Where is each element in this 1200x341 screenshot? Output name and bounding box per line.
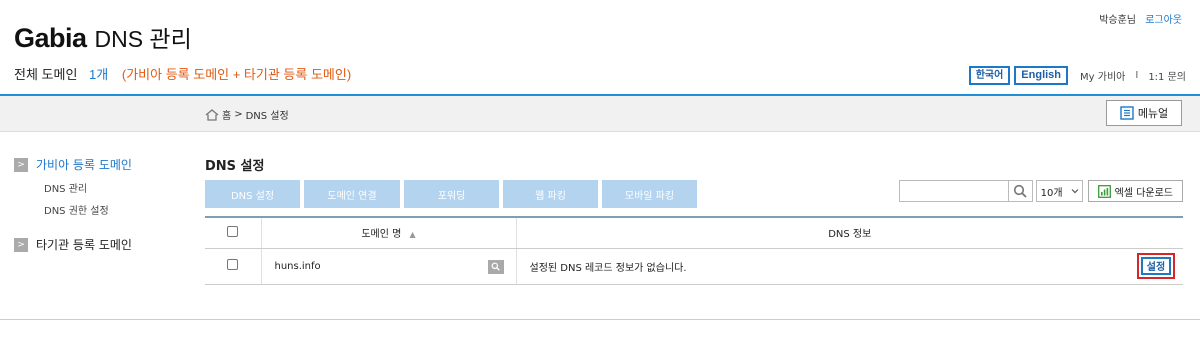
search-icon — [491, 262, 500, 271]
summary-count[interactable]: 1개 — [89, 67, 108, 82]
header-domain[interactable]: 도메인 명 ▲ — [261, 217, 517, 249]
sidebar-group-label: 타기관 등록 도메인 — [36, 238, 132, 252]
logout-link[interactable]: 로그아웃 — [1145, 15, 1182, 26]
language-bar: 한국어 English My 가비아 I 1:1 문의 — [968, 66, 1186, 85]
document-icon — [1120, 106, 1134, 120]
link-separator: I — [1135, 70, 1139, 81]
page-size-select[interactable]: 10개 — [1035, 180, 1083, 202]
summary-description: (가비아 등록 도메인 + 타기관 등록 도메인) — [121, 67, 352, 82]
excel-icon — [1097, 184, 1111, 198]
header-checkbox-cell — [205, 217, 262, 249]
search-button[interactable] — [1008, 180, 1033, 202]
settings-button[interactable]: 설정 — [1141, 256, 1171, 275]
breadcrumb: 홈 > DNS 설정 — [205, 107, 289, 122]
sidebar-group-gabia[interactable]: > 가비아 등록 도메인 — [14, 156, 132, 173]
search-icon — [1014, 184, 1027, 198]
sidebar-group-other[interactable]: > 타기관 등록 도메인 — [14, 236, 132, 253]
tab-dns-settings[interactable]: DNS 설정 — [205, 180, 300, 208]
support-link[interactable]: 1:1 문의 — [1148, 68, 1186, 83]
table-tools: 10개 엑셀 다운로드 — [898, 180, 1183, 202]
chevron-right-icon: > — [14, 157, 28, 172]
domain-lookup-button[interactable] — [487, 259, 504, 274]
row-checkbox[interactable] — [227, 259, 239, 270]
user-name: 박승훈님 — [1099, 15, 1136, 26]
dns-info-cell: 설정된 DNS 레코드 정보가 없습니다. 설정 — [516, 248, 1183, 285]
dns-info-text: 설정된 DNS 레코드 정보가 없습니다. — [529, 262, 687, 274]
domain-table: 도메인 명 ▲ DNS 정보 huns.info 설정된 DNS 레코드 정보가… — [205, 216, 1183, 285]
english-button[interactable]: English — [1014, 66, 1069, 85]
breadcrumb-separator: > — [234, 109, 243, 120]
user-bar: 박승훈님 로그아웃 — [1099, 11, 1182, 26]
tab-forwarding[interactable]: 포워딩 — [404, 180, 499, 208]
tab-mobile-parking[interactable]: 모바일 파킹 — [602, 180, 697, 208]
domain-name[interactable]: huns.info — [275, 261, 321, 272]
home-icon[interactable] — [205, 108, 219, 121]
tab-domain-connect[interactable]: 도메인 연결 — [304, 180, 400, 208]
logo[interactable]: Gabia DNS 관리 — [14, 20, 192, 54]
summary-label: 전체 도메인 — [14, 67, 78, 82]
header-domain-label: 도메인 명 — [361, 229, 402, 241]
header-dns-info-label: DNS 정보 — [828, 229, 872, 241]
sidebar-group-label: 가비아 등록 도메인 — [36, 158, 132, 172]
row-checkbox-cell — [205, 248, 262, 285]
breadcrumb-home[interactable]: 홈 — [222, 107, 231, 122]
korean-button[interactable]: 한국어 — [968, 66, 1011, 85]
page-title: DNS 설정 — [205, 159, 265, 174]
search-input[interactable] — [898, 180, 1009, 202]
sidebar: > 가비아 등록 도메인 DNS 관리 DNS 권한 설정 > 타기관 등록 도… — [14, 156, 132, 253]
excel-download-button[interactable]: 엑셀 다운로드 — [1087, 180, 1183, 202]
domain-cell: huns.info — [261, 248, 517, 285]
breadcrumb-bar: 홈 > DNS 설정 메뉴얼 — [0, 96, 1200, 132]
sidebar-item-dns-permission[interactable]: DNS 권한 설정 — [44, 202, 132, 217]
highlight-frame: 설정 — [1137, 252, 1175, 279]
table-header-row: 도메인 명 ▲ DNS 정보 — [205, 217, 1183, 249]
excel-button-label: 엑셀 다운로드 — [1114, 187, 1173, 199]
chevron-down-icon — [1071, 189, 1079, 194]
tab-web-parking[interactable]: 웹 파킹 — [503, 180, 598, 208]
breadcrumb-current: DNS 설정 — [245, 111, 289, 122]
footer-divider — [0, 319, 1200, 320]
header-dns-info: DNS 정보 — [516, 217, 1183, 249]
sidebar-item-dns-manage[interactable]: DNS 관리 — [44, 180, 132, 195]
my-gabia-link[interactable]: My 가비아 — [1080, 68, 1125, 83]
chevron-right-icon: > — [14, 237, 28, 252]
manual-button-label: 메뉴얼 — [1137, 107, 1169, 120]
table-row: huns.info 설정된 DNS 레코드 정보가 없습니다. 설정 — [205, 248, 1183, 285]
sort-icon[interactable]: ▲ — [410, 230, 416, 239]
page-size-value: 10개 — [1040, 187, 1063, 199]
logo-title: DNS 관리 — [94, 26, 192, 52]
manual-button[interactable]: 메뉴얼 — [1106, 100, 1182, 126]
logo-brand: Gabia — [14, 23, 87, 53]
select-all-checkbox[interactable] — [227, 225, 239, 237]
domain-summary: 전체 도메인 1개 (가비아 등록 도메인 + 타기관 등록 도메인) — [14, 64, 351, 83]
action-tabs: DNS 설정 도메인 연결 포워딩 웹 파킹 모바일 파킹 — [205, 180, 701, 208]
